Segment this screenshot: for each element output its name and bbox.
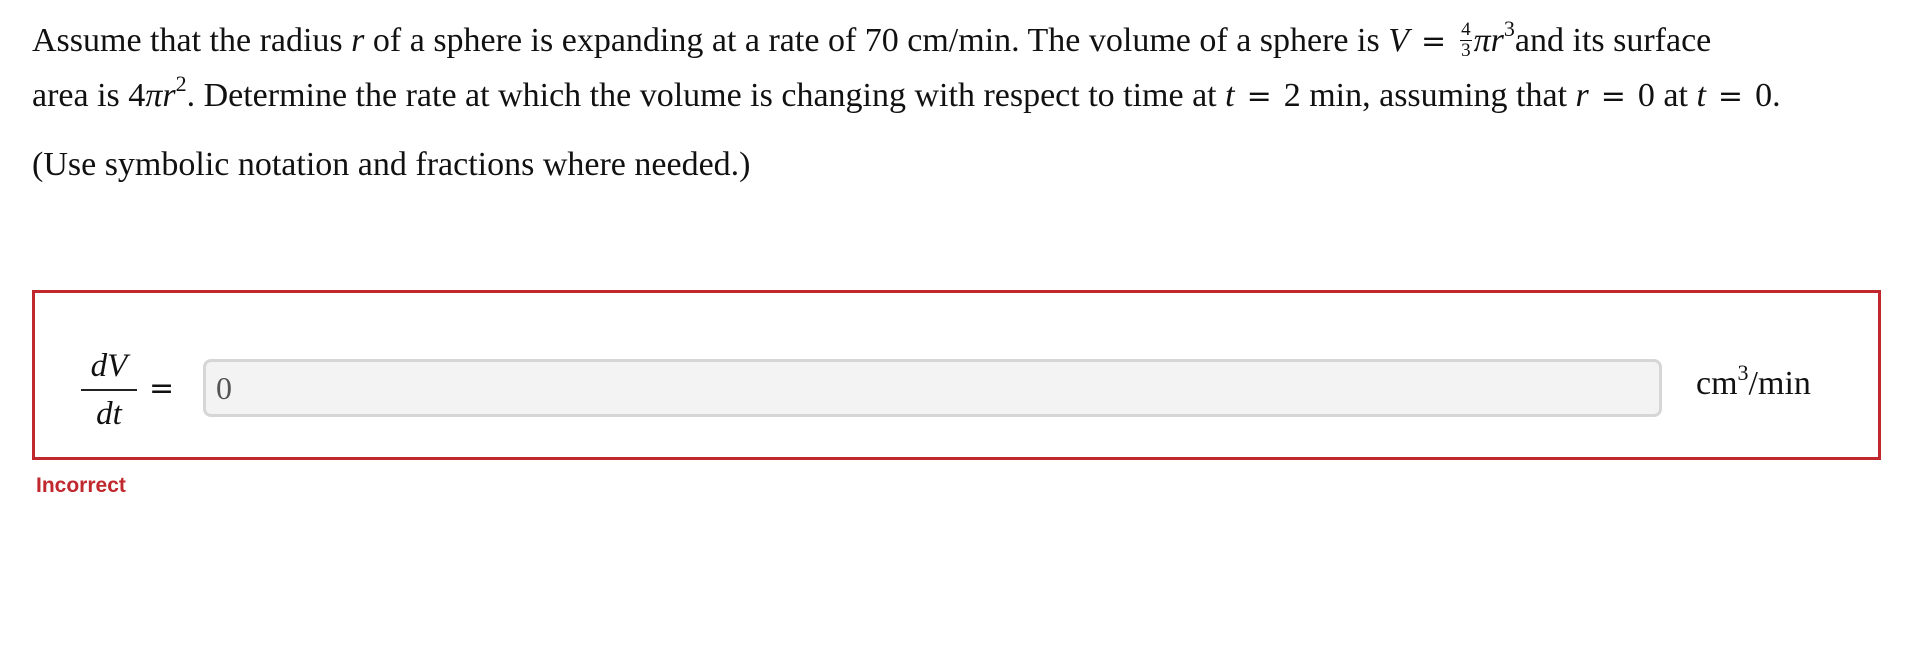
units-tail: /min [1748,365,1811,402]
fraction-four-thirds: 43 [1460,18,1472,61]
pi-symbol: π [1473,22,1491,59]
question-text-segment: area is 4 [32,77,146,114]
math-variable-v: V [1388,22,1409,59]
units-label: cm3/min [1696,362,1811,403]
equals-sign: = [1420,24,1447,59]
derivative-denominator: dt [96,396,122,432]
equals-sign: = [1246,79,1272,114]
exponent: 3 [1503,16,1515,41]
pi-symbol: π [145,77,163,114]
fraction-numerator: 4 [1460,18,1472,41]
math-variable-r: r [1575,77,1589,114]
math-variable-t: t [1225,77,1235,114]
question-line-1: Assume that the radius r of a sphere is … [32,14,1892,69]
question-text-segment: 0 at [1637,77,1697,114]
math-variable-t: t [1696,77,1706,114]
math-variable-r: r [1490,22,1504,59]
question-text-segment: and its surface [1514,22,1712,59]
answer-box: dV dt = cm3/min [32,290,1881,460]
question-text-segment: of a sphere is expanding at a rate of 70… [364,22,1389,59]
feedback-incorrect: Incorrect [36,474,126,497]
exponent: 2 [175,71,187,96]
answer-input[interactable] [203,359,1662,417]
answer-equals-sign: = [149,371,175,406]
math-variable-r: r [351,22,365,59]
units-exponent: 3 [1737,360,1749,385]
question-text-segment: 2 min, assuming that [1283,77,1576,114]
question-text-segment: Assume that the radius [32,22,352,59]
derivative-label: dV dt [81,345,137,435]
question-text-segment: . Determine the rate at which the volume… [186,77,1226,114]
question-line-2: area is 4πr2. Determine the rate at whic… [32,69,1892,124]
fraction-denominator: 3 [1461,39,1471,61]
question-text: Assume that the radius r of a sphere is … [32,14,1892,124]
equals-sign: = [1600,79,1626,114]
question-text-segment: 0. [1755,77,1781,114]
derivative-numerator: dV [81,345,137,391]
units-base: cm [1696,365,1738,402]
math-variable-r: r [162,77,176,114]
instruction-hint: (Use symbolic notation and fractions whe… [32,146,751,183]
equals-sign: = [1717,79,1744,114]
